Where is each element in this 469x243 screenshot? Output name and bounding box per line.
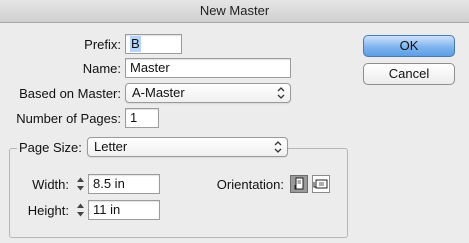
prefix-input[interactable]: B — [125, 34, 182, 54]
based-on-master-label: Based on Master: — [19, 86, 121, 101]
portrait-orientation-button[interactable] — [290, 175, 308, 193]
width-stepper-icon[interactable] — [75, 174, 86, 194]
cancel-button[interactable]: Cancel — [363, 63, 455, 85]
page-size-label: Page Size: — [17, 140, 87, 155]
width-label: Width: — [32, 177, 69, 192]
new-master-dialog: Prefix: B Name: Master Based on Master: … — [0, 23, 469, 243]
name-input[interactable]: Master — [125, 58, 291, 78]
window-title: New Master — [0, 0, 469, 23]
page-size-popup[interactable]: Letter — [87, 137, 288, 157]
portrait-orientation-icon — [294, 177, 304, 190]
prefix-label: Prefix: — [84, 37, 121, 52]
up-down-chevrons-icon — [274, 141, 282, 153]
number-of-pages-label: Number of Pages: — [16, 111, 121, 126]
width-input[interactable]: 8.5 in — [88, 174, 160, 194]
page-size-value: Letter — [94, 139, 128, 154]
prefix-value: B — [130, 36, 141, 52]
landscape-orientation-button[interactable] — [312, 175, 330, 193]
based-on-master-value: A-Master — [132, 85, 185, 100]
up-down-chevrons-icon — [277, 87, 285, 99]
name-label: Name: — [82, 61, 121, 76]
orientation-label: Orientation: — [216, 177, 284, 192]
based-on-master-popup[interactable]: A-Master — [125, 83, 291, 103]
landscape-orientation-icon — [313, 179, 328, 189]
number-of-pages-input[interactable]: 1 — [125, 108, 159, 128]
height-label: Height: — [27, 203, 69, 218]
ok-button[interactable]: OK — [363, 35, 455, 57]
height-input[interactable]: 11 in — [88, 200, 160, 220]
height-stepper-icon[interactable] — [75, 200, 86, 220]
